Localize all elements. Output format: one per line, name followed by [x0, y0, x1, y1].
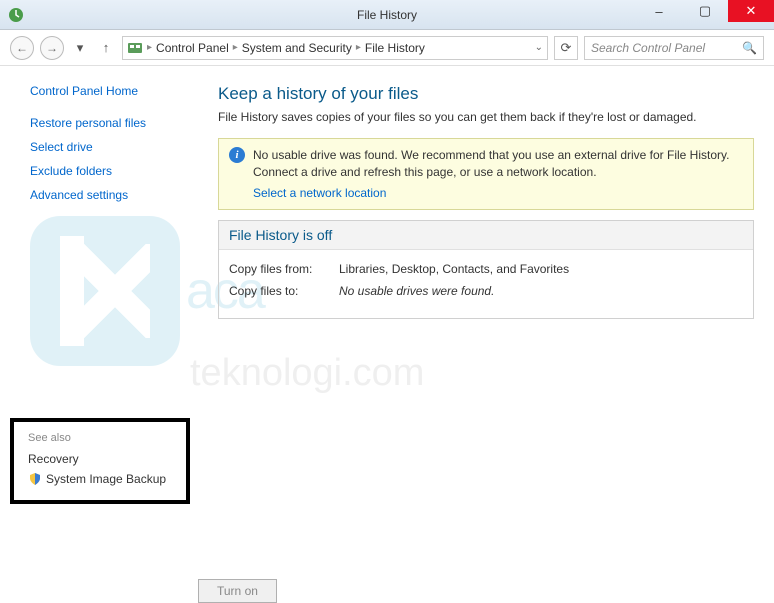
status-row-from: Copy files from: Libraries, Desktop, Con…	[229, 262, 743, 276]
status-row-to: Copy files to: No usable drives were fou…	[229, 284, 743, 298]
page-heading: Keep a history of your files	[218, 84, 754, 104]
info-message: No usable drive was found. We recommend …	[253, 148, 729, 179]
close-button[interactable]: ✕	[728, 0, 774, 22]
search-icon[interactable]: 🔍	[742, 41, 757, 55]
sidebar-link-advanced-settings[interactable]: Advanced settings	[30, 188, 210, 202]
see-also-recovery-label: Recovery	[28, 452, 79, 466]
info-text: No usable drive was found. We recommend …	[253, 147, 743, 201]
app-icon	[8, 7, 24, 23]
breadcrumb-level2[interactable]: System and Security	[242, 41, 352, 55]
see-also-title: See also	[28, 432, 172, 444]
turn-on-button[interactable]: Turn on	[198, 579, 277, 603]
status-box: File History is off Copy files from: Lib…	[218, 220, 754, 319]
content-area: aca teknologi.com Control Panel Home Res…	[0, 66, 774, 514]
info-icon: i	[229, 147, 245, 163]
status-header: File History is off	[219, 221, 753, 250]
breadcrumb-sep-icon: ▸	[356, 42, 361, 53]
main-panel: Keep a history of your files File Histor…	[210, 66, 774, 514]
see-also-backup-label: System Image Backup	[46, 472, 166, 486]
see-also-system-image-backup[interactable]: System Image Backup	[28, 472, 172, 486]
window-title: File History	[357, 8, 417, 22]
breadcrumb[interactable]: ▸ Control Panel ▸ System and Security ▸ …	[122, 36, 548, 60]
control-panel-icon	[127, 40, 143, 56]
window-buttons: – ▢ ✕	[636, 0, 774, 22]
shield-icon	[28, 472, 42, 486]
sidebar: Control Panel Home Restore personal file…	[0, 66, 210, 514]
status-body: Copy files from: Libraries, Desktop, Con…	[219, 250, 753, 318]
sidebar-link-exclude-folders[interactable]: Exclude folders	[30, 164, 210, 178]
copy-from-value: Libraries, Desktop, Contacts, and Favori…	[339, 262, 569, 276]
breadcrumb-root[interactable]: Control Panel	[156, 41, 229, 55]
forward-button[interactable]: →	[40, 36, 64, 60]
refresh-button[interactable]: ⟳	[554, 36, 578, 60]
titlebar: File History – ▢ ✕	[0, 0, 774, 30]
copy-to-label: Copy files to:	[229, 284, 339, 298]
copy-to-value: No usable drives were found.	[339, 284, 494, 298]
back-button[interactable]: ←	[10, 36, 34, 60]
maximize-button[interactable]: ▢	[682, 0, 728, 22]
breadcrumb-sep-icon: ▸	[147, 42, 152, 53]
navbar: ← → ▾ ↑ ▸ Control Panel ▸ System and Sec…	[0, 30, 774, 66]
search-placeholder: Search Control Panel	[591, 41, 705, 55]
chevron-down-icon[interactable]: ▾	[70, 38, 90, 58]
sidebar-link-restore[interactable]: Restore personal files	[30, 116, 210, 130]
up-button[interactable]: ↑	[96, 38, 116, 58]
breadcrumb-level3[interactable]: File History	[365, 41, 425, 55]
copy-from-label: Copy files from:	[229, 262, 339, 276]
control-panel-home-link[interactable]: Control Panel Home	[30, 84, 210, 98]
select-network-location-link[interactable]: Select a network location	[253, 185, 743, 202]
see-also-recovery[interactable]: Recovery	[28, 452, 172, 466]
minimize-button[interactable]: –	[636, 0, 682, 22]
info-banner: i No usable drive was found. We recommen…	[218, 138, 754, 210]
breadcrumb-dropdown-icon[interactable]: ⌄	[535, 42, 543, 53]
page-subheading: File History saves copies of your files …	[218, 110, 754, 124]
see-also-block: See also Recovery System Image Backup	[10, 418, 190, 504]
search-input[interactable]: Search Control Panel 🔍	[584, 36, 764, 60]
breadcrumb-sep-icon: ▸	[233, 42, 238, 53]
sidebar-link-select-drive[interactable]: Select drive	[30, 140, 210, 154]
